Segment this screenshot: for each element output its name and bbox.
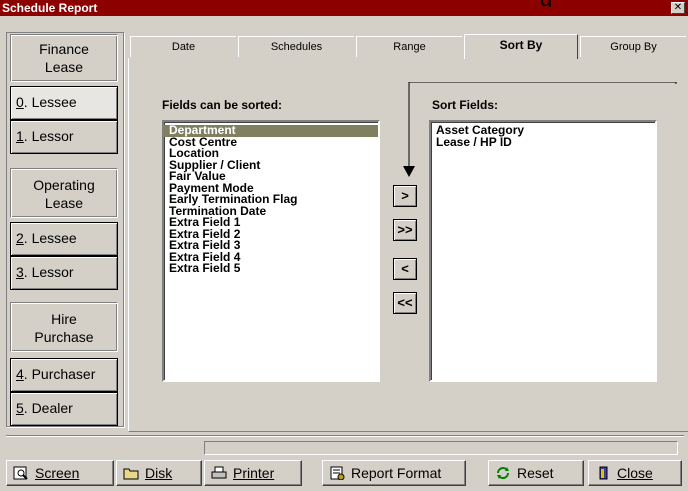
hire-dealer-button[interactable]: 5. Dealer: [10, 392, 118, 426]
hotkey: 0: [16, 94, 24, 110]
refresh-icon: [497, 467, 509, 480]
bottom-separator: [6, 435, 684, 437]
tab-group-by[interactable]: Group By: [580, 36, 686, 57]
operating-lease-label: Operating Lease: [33, 177, 95, 211]
tab-schedules[interactable]: Schedules: [238, 36, 354, 57]
status-field: [204, 441, 678, 455]
tab-date[interactable]: Date: [130, 36, 236, 57]
remove-field-button[interactable]: <: [393, 258, 417, 280]
button-label: Report Format: [351, 465, 442, 481]
finance-lessee-button[interactable]: 0. Lessee: [10, 86, 118, 120]
report-format-button[interactable]: Report Format: [322, 460, 466, 486]
button-label: . Lessor: [23, 128, 74, 144]
title-bar: [0, 0, 688, 16]
hire-purchaser-button[interactable]: 4. Purchaser: [10, 358, 118, 392]
window-title: Schedule Report: [2, 1, 98, 15]
tab-label: Range: [393, 41, 426, 53]
tab-sort-by[interactable]: Sort By: [464, 34, 578, 59]
reset-button[interactable]: Reset: [488, 460, 584, 486]
button-label: Screen: [35, 465, 80, 481]
tab-label: Schedules: [270, 41, 323, 53]
add-field-button[interactable]: >: [393, 185, 417, 207]
list-item[interactable]: Extra Field 5: [164, 262, 378, 275]
button-label: . Purchaser: [23, 366, 96, 382]
button-label: Close: [617, 465, 653, 481]
hire-purchase-label: Hire Purchase: [34, 311, 94, 345]
button-label: . Dealer: [23, 400, 73, 416]
exit-door-icon: [599, 466, 608, 480]
button-label: . Lessee: [23, 230, 77, 246]
flow-arrow-icon: [403, 82, 677, 177]
background-text-fragment: g: [540, 0, 580, 7]
hotkey: 1: [16, 128, 24, 144]
button-label: Reset: [517, 465, 554, 481]
hotkey: 5: [16, 400, 24, 416]
printer-icon: [211, 466, 227, 479]
hotkey: 3: [16, 264, 24, 280]
hotkey: 2: [16, 230, 24, 246]
remove-all-fields-button[interactable]: <<: [393, 292, 417, 314]
available-fields-list[interactable]: Department Cost Centre Location Supplier…: [162, 120, 380, 382]
available-fields-label: Fields can be sorted:: [162, 98, 283, 112]
close-window-button[interactable]: ✕: [671, 2, 685, 14]
folder-icon: [123, 468, 139, 480]
tab-label: Sort By: [499, 38, 543, 52]
button-label: Printer: [233, 465, 275, 481]
tab-range[interactable]: Range: [356, 36, 462, 57]
close-button[interactable]: Close: [588, 460, 682, 486]
button-label: . Lessor: [23, 264, 74, 280]
tab-label: Date: [171, 41, 196, 53]
printer-button[interactable]: Printer: [204, 460, 302, 486]
finance-lease-label: Finance Lease: [39, 41, 89, 75]
hotkey: 4: [16, 366, 24, 382]
tab-label: Group By: [610, 41, 657, 53]
operating-lessor-button[interactable]: 3. Lessor: [10, 256, 118, 290]
button-label: Disk: [145, 465, 173, 481]
disk-button[interactable]: Disk: [116, 460, 202, 486]
screen-button[interactable]: Screen: [6, 460, 114, 486]
preview-icon: [13, 466, 28, 481]
operating-lessee-button[interactable]: 2. Lessee: [10, 222, 118, 256]
finance-lessor-button[interactable]: 1. Lessor: [10, 120, 118, 154]
button-label: . Lessee: [23, 94, 77, 110]
add-all-fields-button[interactable]: >>: [393, 219, 417, 241]
report-format-icon: [330, 466, 345, 481]
